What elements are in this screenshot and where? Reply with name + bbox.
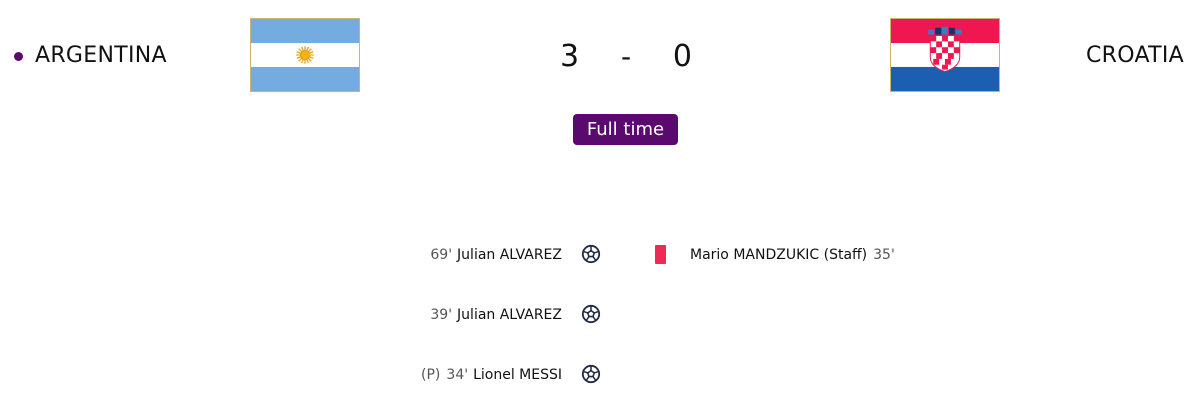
event-player: Julian ALVAREZ: [457, 307, 562, 323]
away-card-event[interactable]: Mario MANDZUKIC (Staff) 35': [690, 243, 895, 267]
home-indicator-dot: [14, 51, 23, 61]
penalty-tag: (P): [421, 367, 441, 383]
home-score: 3: [560, 38, 580, 74]
event-player: Lionel MESSI: [473, 367, 562, 383]
away-team-name: CROATIA: [1086, 43, 1184, 68]
away-score: 0: [672, 38, 692, 74]
home-goal-event[interactable]: (P) 34' Lionel MESSI: [421, 363, 562, 387]
soccer-ball-icon: [580, 243, 602, 265]
home-goal-event[interactable]: 39' Julian ALVAREZ: [430, 303, 562, 327]
event-minute: 34': [446, 367, 469, 383]
soccer-ball-icon: [580, 303, 602, 325]
home-goal-event[interactable]: 69' Julian ALVAREZ: [430, 243, 562, 267]
event-minute: 39': [430, 307, 453, 323]
red-card-icon: [655, 245, 666, 264]
event-minute: 35': [873, 247, 895, 263]
home-team[interactable]: ARGENTINA: [14, 36, 167, 76]
scoreboard: 3 - 0: [560, 34, 692, 78]
event-player: Julian ALVAREZ: [457, 247, 562, 263]
home-team-name: ARGENTINA: [35, 43, 167, 68]
event-minute: 69': [430, 247, 453, 263]
away-team[interactable]: CROATIA: [1086, 36, 1184, 76]
event-player: Mario MANDZUKIC (Staff): [690, 247, 868, 263]
argentina-flag: [250, 18, 360, 92]
croatia-flag: [890, 18, 1000, 92]
match-status-badge: Full time: [573, 114, 678, 145]
score-separator: -: [620, 39, 632, 73]
soccer-ball-icon: [580, 363, 602, 385]
